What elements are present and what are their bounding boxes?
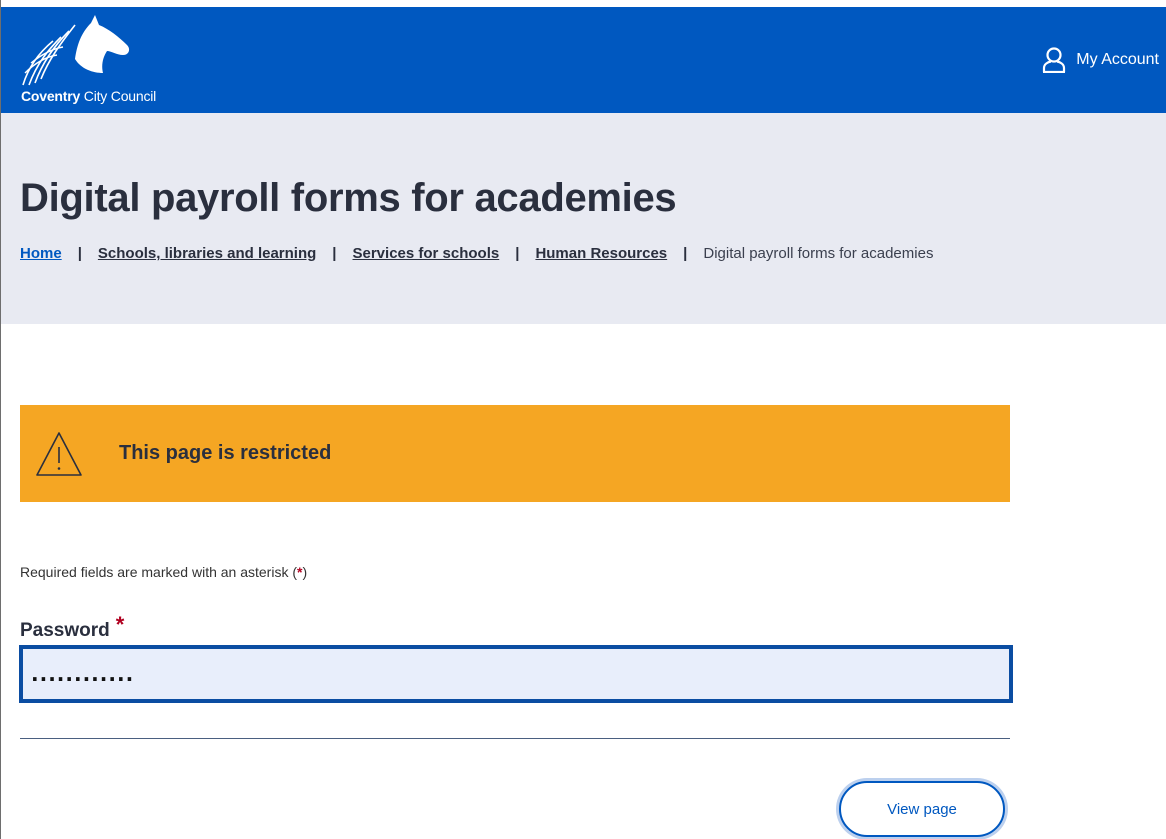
page: Coventry City Council My Account Digital… — [0, 0, 1166, 839]
breadcrumb-human-resources[interactable]: Human Resources — [535, 245, 667, 262]
user-icon — [1042, 47, 1066, 74]
password-label-text: Password — [20, 620, 110, 641]
password-label: Password * — [20, 612, 124, 642]
breadcrumb-services-for-schools[interactable]: Services for schools — [353, 245, 500, 262]
view-page-button[interactable]: View page — [839, 781, 1005, 837]
required-note-close: ) — [302, 564, 308, 580]
warning-triangle-icon — [35, 431, 83, 477]
horse-logo-icon — [22, 15, 130, 86]
required-asterisk: * — [115, 612, 125, 637]
council-logo[interactable]: Coventry City Council — [19, 15, 179, 107]
breadcrumb-schools-libraries-learning[interactable]: Schools, libraries and learning — [98, 245, 316, 262]
breadcrumb-home[interactable]: Home — [20, 245, 62, 262]
breadcrumb-separator: | — [515, 245, 520, 262]
required-fields-note: Required fields are marked with an aster… — [20, 564, 307, 580]
restricted-warning-banner: This page is restricted — [20, 405, 1010, 502]
breadcrumb: Home | Schools, libraries and learning |… — [20, 245, 933, 262]
breadcrumb-current: Digital payroll forms for academies — [703, 245, 934, 262]
form-divider — [20, 738, 1010, 739]
required-note-text: Required fields are marked with an aster… — [20, 564, 298, 580]
restricted-warning-text: This page is restricted — [119, 442, 332, 464]
page-title: Digital payroll forms for academies — [20, 176, 677, 220]
my-account-label: My Account — [1076, 51, 1159, 68]
breadcrumb-separator: | — [77, 245, 82, 262]
council-name: Coventry City Council — [21, 88, 157, 104]
my-account-link[interactable]: My Account — [1042, 47, 1159, 74]
site-header: Coventry City Council My Account — [1, 7, 1166, 113]
password-input[interactable] — [19, 645, 1013, 703]
breadcrumb-separator: | — [332, 245, 337, 262]
title-band: Digital payroll forms for academies Home… — [1, 113, 1166, 324]
breadcrumb-separator: | — [683, 245, 688, 262]
